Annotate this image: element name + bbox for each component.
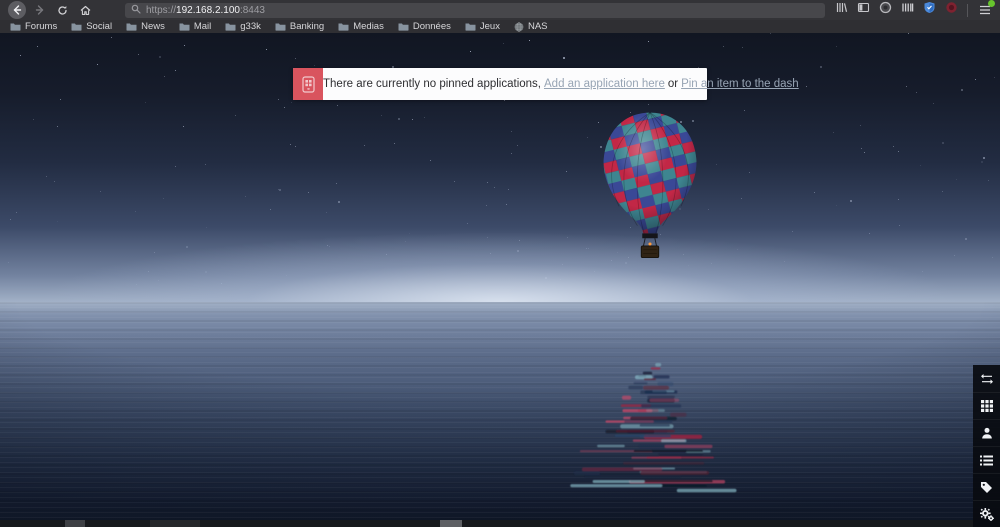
url-text: https://192.168.2.100:8443: [146, 5, 265, 16]
navigation-toolbar: https://192.168.2.100:8443: [0, 0, 1000, 20]
balloon-reflection: [570, 363, 737, 493]
banner-text: There are currently no pinned applicatio…: [323, 78, 541, 90]
back-icon: [7, 1, 26, 19]
banner-accent-block: [293, 68, 323, 100]
library-icon[interactable]: [835, 1, 848, 19]
folder-icon: [398, 23, 409, 31]
folder-icon: [338, 23, 349, 31]
toolbar-separator: [967, 3, 968, 17]
extension-bars-icon[interactable]: [901, 1, 914, 19]
url-host: 192.168.2.100: [176, 4, 240, 16]
taskbar-segment: [150, 520, 200, 527]
home-button[interactable]: [76, 1, 95, 20]
url-scheme: https://: [146, 4, 177, 16]
folder-icon: [179, 23, 190, 31]
extension-shield-icon[interactable]: [923, 1, 936, 19]
home-icon: [80, 5, 91, 16]
dashboard-page: There are currently no pinned applicatio…: [0, 33, 1000, 527]
folder-icon: [126, 23, 137, 31]
apps-grid-icon: [980, 400, 993, 412]
dash-side-toolbar: [973, 365, 1000, 527]
bookmark-donnees[interactable]: Données: [393, 20, 460, 33]
banner-message: There are currently no pinned applicatio…: [323, 68, 799, 100]
bookmark-jeux[interactable]: Jeux: [460, 20, 509, 33]
browser-chrome: https://192.168.2.100:8443 Forums Social…: [0, 0, 1000, 33]
user-button[interactable]: [973, 419, 1000, 446]
item-list-icon: [980, 455, 993, 465]
bookmark-social[interactable]: Social: [66, 20, 121, 33]
reload-icon: [57, 5, 68, 16]
pin-item-link[interactable]: Pin an item to the dash: [681, 78, 799, 90]
bookmark-news[interactable]: News: [121, 20, 174, 33]
folder-icon: [225, 23, 236, 31]
update-badge: [988, 0, 995, 7]
apps-grid-button[interactable]: [973, 392, 1000, 419]
no-apps-icon: [301, 75, 315, 93]
folder-icon: [71, 23, 82, 31]
forward-button[interactable]: [30, 1, 49, 20]
folder-icon: [10, 23, 21, 31]
globe-icon: [514, 21, 524, 32]
toolbar-extensions: [835, 0, 995, 19]
taskbar-segment: [65, 520, 85, 527]
folder-icon: [465, 23, 476, 31]
folder-icon: [275, 23, 286, 31]
exchange-button[interactable]: [973, 365, 1000, 392]
bookmark-mail[interactable]: Mail: [174, 20, 220, 33]
tags-button[interactable]: [973, 473, 1000, 500]
menu-button[interactable]: [977, 0, 995, 18]
bookmark-medias[interactable]: Medias: [333, 20, 393, 33]
extension-red-circle-icon[interactable]: [945, 1, 958, 19]
bookmark-forums[interactable]: Forums: [5, 20, 66, 33]
bookmark-nas[interactable]: NAS: [509, 20, 557, 33]
tag-icon: [981, 481, 992, 493]
settings-cogs-icon: [979, 507, 994, 521]
hot-air-balloon-image: [603, 112, 697, 259]
exchange-arrows-icon: [980, 373, 993, 384]
bookmark-banking[interactable]: Banking: [270, 20, 333, 33]
search-icon: [131, 4, 141, 17]
bookmarks-toolbar: Forums Social News Mail g33k Banking Med…: [0, 20, 1000, 33]
add-application-link[interactable]: Add an application here: [544, 78, 665, 90]
no-pinned-apps-banner: There are currently no pinned applicatio…: [293, 68, 799, 100]
taskbar-segment: [440, 520, 462, 527]
browser-window: https://192.168.2.100:8443 Forums Social…: [0, 0, 1000, 527]
banner-conjunction: or: [667, 78, 679, 90]
bookmark-g33k[interactable]: g33k: [220, 20, 270, 33]
item-list-button[interactable]: [973, 446, 1000, 473]
forward-icon: [35, 5, 45, 15]
settings-button[interactable]: [973, 500, 1000, 527]
back-button[interactable]: [7, 1, 26, 20]
url-bar[interactable]: https://192.168.2.100:8443: [125, 2, 825, 18]
url-port: :8443: [239, 4, 265, 16]
user-icon: [981, 427, 992, 439]
extension-circle-icon[interactable]: [879, 1, 892, 19]
sidebar-icon[interactable]: [857, 1, 870, 19]
taskbar-sliver: [0, 520, 1000, 527]
reload-button[interactable]: [53, 1, 72, 20]
ocean-background: [0, 302, 1000, 527]
